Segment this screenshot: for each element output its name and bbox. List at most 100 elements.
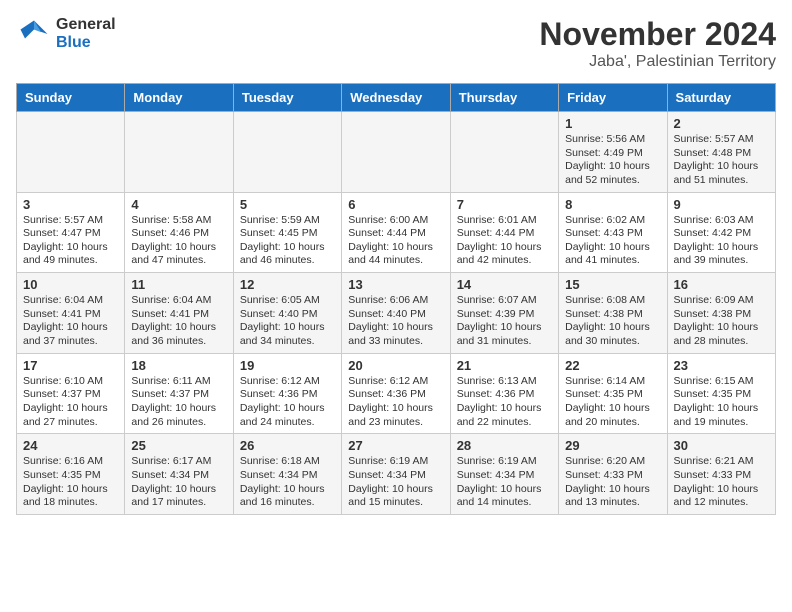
calendar-cell: 29Sunrise: 6:20 AMSunset: 4:33 PMDayligh… <box>559 434 667 515</box>
day-number: 3 <box>23 197 118 212</box>
day-info: Sunrise: 6:18 AM <box>240 455 335 469</box>
day-info: Daylight: 10 hours and 14 minutes. <box>457 483 552 510</box>
title-block: November 2024 Jaba', Palestinian Territo… <box>539 16 776 71</box>
calendar-cell: 9Sunrise: 6:03 AMSunset: 4:42 PMDaylight… <box>667 192 775 273</box>
day-info: Sunset: 4:49 PM <box>565 147 660 161</box>
day-info: Daylight: 10 hours and 42 minutes. <box>457 241 552 268</box>
column-header-friday: Friday <box>559 84 667 112</box>
day-info: Sunrise: 6:04 AM <box>23 294 118 308</box>
day-info: Sunrise: 6:07 AM <box>457 294 552 308</box>
day-info: Sunrise: 6:03 AM <box>674 214 769 228</box>
day-info: Daylight: 10 hours and 31 minutes. <box>457 321 552 348</box>
day-info: Daylight: 10 hours and 49 minutes. <box>23 241 118 268</box>
calendar-cell: 6Sunrise: 6:00 AMSunset: 4:44 PMDaylight… <box>342 192 450 273</box>
column-header-tuesday: Tuesday <box>233 84 341 112</box>
day-info: Sunrise: 6:20 AM <box>565 455 660 469</box>
day-info: Sunset: 4:35 PM <box>565 388 660 402</box>
day-info: Sunset: 4:33 PM <box>674 469 769 483</box>
day-info: Sunrise: 6:21 AM <box>674 455 769 469</box>
day-number: 25 <box>131 438 226 453</box>
calendar-cell: 25Sunrise: 6:17 AMSunset: 4:34 PMDayligh… <box>125 434 233 515</box>
calendar-cell: 24Sunrise: 6:16 AMSunset: 4:35 PMDayligh… <box>17 434 125 515</box>
calendar-cell: 2 Sunrise: 5:57 AMSunset: 4:48 PMDaylight… <box>667 112 775 193</box>
day-info: Sunrise: 6:04 AM <box>131 294 226 308</box>
day-info: Sunset: 4:40 PM <box>348 308 443 322</box>
day-info: Sunrise: 6:17 AM <box>131 455 226 469</box>
day-number: 1 <box>565 116 660 131</box>
calendar-subtitle: Jaba', Palestinian Territory <box>539 53 776 71</box>
calendar-cell: 5Sunrise: 5:59 AMSunset: 4:45 PMDaylight… <box>233 192 341 273</box>
calendar-cell: 7Sunrise: 6:01 AMSunset: 4:44 PMDaylight… <box>450 192 558 273</box>
day-info: Daylight: 10 hours and 41 minutes. <box>565 241 660 268</box>
day-info: Daylight: 10 hours and 51 minutes. <box>674 160 769 187</box>
day-number: 12 <box>240 277 335 292</box>
column-header-sunday: Sunday <box>17 84 125 112</box>
calendar-title: November 2024 <box>539 16 776 53</box>
day-number: 24 <box>23 438 118 453</box>
day-info: Sunrise: 6:09 AM <box>674 294 769 308</box>
calendar-cell <box>450 112 558 193</box>
day-info: Sunset: 4:45 PM <box>240 227 335 241</box>
day-info: Sunrise: 6:12 AM <box>348 375 443 389</box>
day-info: Daylight: 10 hours and 19 minutes. <box>674 402 769 429</box>
calendar-cell: 23Sunrise: 6:15 AMSunset: 4:35 PMDayligh… <box>667 353 775 434</box>
day-number: 26 <box>240 438 335 453</box>
day-info: Daylight: 10 hours and 27 minutes. <box>23 402 118 429</box>
day-info: Daylight: 10 hours and 13 minutes. <box>565 483 660 510</box>
day-info: Daylight: 10 hours and 16 minutes. <box>240 483 335 510</box>
day-info: Sunrise: 6:06 AM <box>348 294 443 308</box>
calendar-cell: 27Sunrise: 6:19 AMSunset: 4:34 PMDayligh… <box>342 434 450 515</box>
day-info: Sunrise: 5:56 AM <box>565 133 660 147</box>
calendar-cell <box>17 112 125 193</box>
day-info: Sunset: 4:44 PM <box>457 227 552 241</box>
day-info: Sunset: 4:40 PM <box>240 308 335 322</box>
day-info: Sunset: 4:36 PM <box>348 388 443 402</box>
calendar-cell: 21Sunrise: 6:13 AMSunset: 4:36 PMDayligh… <box>450 353 558 434</box>
day-info: Sunset: 4:37 PM <box>131 388 226 402</box>
day-info: Sunrise: 6:16 AM <box>23 455 118 469</box>
day-number: 2 <box>674 116 769 131</box>
day-info: Sunset: 4:41 PM <box>131 308 226 322</box>
day-number: 28 <box>457 438 552 453</box>
day-number: 8 <box>565 197 660 212</box>
day-info: Sunrise: 5:57 AM <box>23 214 118 228</box>
calendar-table: SundayMondayTuesdayWednesdayThursdayFrid… <box>16 83 776 515</box>
day-info: Daylight: 10 hours and 20 minutes. <box>565 402 660 429</box>
calendar-week-row: 17Sunrise: 6:10 AMSunset: 4:37 PMDayligh… <box>17 353 776 434</box>
day-number: 23 <box>674 358 769 373</box>
day-number: 15 <box>565 277 660 292</box>
day-info: Sunset: 4:38 PM <box>565 308 660 322</box>
day-number: 5 <box>240 197 335 212</box>
day-info: Sunrise: 6:11 AM <box>131 375 226 389</box>
calendar-cell: 3Sunrise: 5:57 AMSunset: 4:47 PMDaylight… <box>17 192 125 273</box>
day-info: Sunset: 4:34 PM <box>348 469 443 483</box>
day-info: Sunrise: 6:19 AM <box>348 455 443 469</box>
day-info: Daylight: 10 hours and 26 minutes. <box>131 402 226 429</box>
day-number: 22 <box>565 358 660 373</box>
calendar-cell: 15Sunrise: 6:08 AMSunset: 4:38 PMDayligh… <box>559 273 667 354</box>
day-info: Sunset: 4:36 PM <box>457 388 552 402</box>
column-header-monday: Monday <box>125 84 233 112</box>
day-number: 13 <box>348 277 443 292</box>
day-info: Sunset: 4:43 PM <box>565 227 660 241</box>
day-info: Sunset: 4:41 PM <box>23 308 118 322</box>
calendar-cell: 30Sunrise: 6:21 AMSunset: 4:33 PMDayligh… <box>667 434 775 515</box>
day-info: Sunrise: 5:57 AM <box>674 133 769 147</box>
calendar-cell: 18Sunrise: 6:11 AMSunset: 4:37 PMDayligh… <box>125 353 233 434</box>
day-info: Daylight: 10 hours and 28 minutes. <box>674 321 769 348</box>
calendar-week-row: 1 Sunrise: 5:56 AMSunset: 4:49 PM Daylight… <box>17 112 776 193</box>
day-number: 10 <box>23 277 118 292</box>
day-info: Daylight: 10 hours and 46 minutes. <box>240 241 335 268</box>
day-info: Daylight: 10 hours and 34 minutes. <box>240 321 335 348</box>
day-info: Daylight: 10 hours and 22 minutes. <box>457 402 552 429</box>
day-info: Sunrise: 6:15 AM <box>674 375 769 389</box>
calendar-cell: 19Sunrise: 6:12 AMSunset: 4:36 PMDayligh… <box>233 353 341 434</box>
logo: General Blue <box>16 16 116 52</box>
day-number: 19 <box>240 358 335 373</box>
day-info: Sunset: 4:48 PM <box>674 147 769 161</box>
day-info: Daylight: 10 hours and 17 minutes. <box>131 483 226 510</box>
calendar-week-row: 24Sunrise: 6:16 AMSunset: 4:35 PMDayligh… <box>17 434 776 515</box>
day-info: Sunset: 4:38 PM <box>674 308 769 322</box>
day-number: 9 <box>674 197 769 212</box>
day-number: 4 <box>131 197 226 212</box>
